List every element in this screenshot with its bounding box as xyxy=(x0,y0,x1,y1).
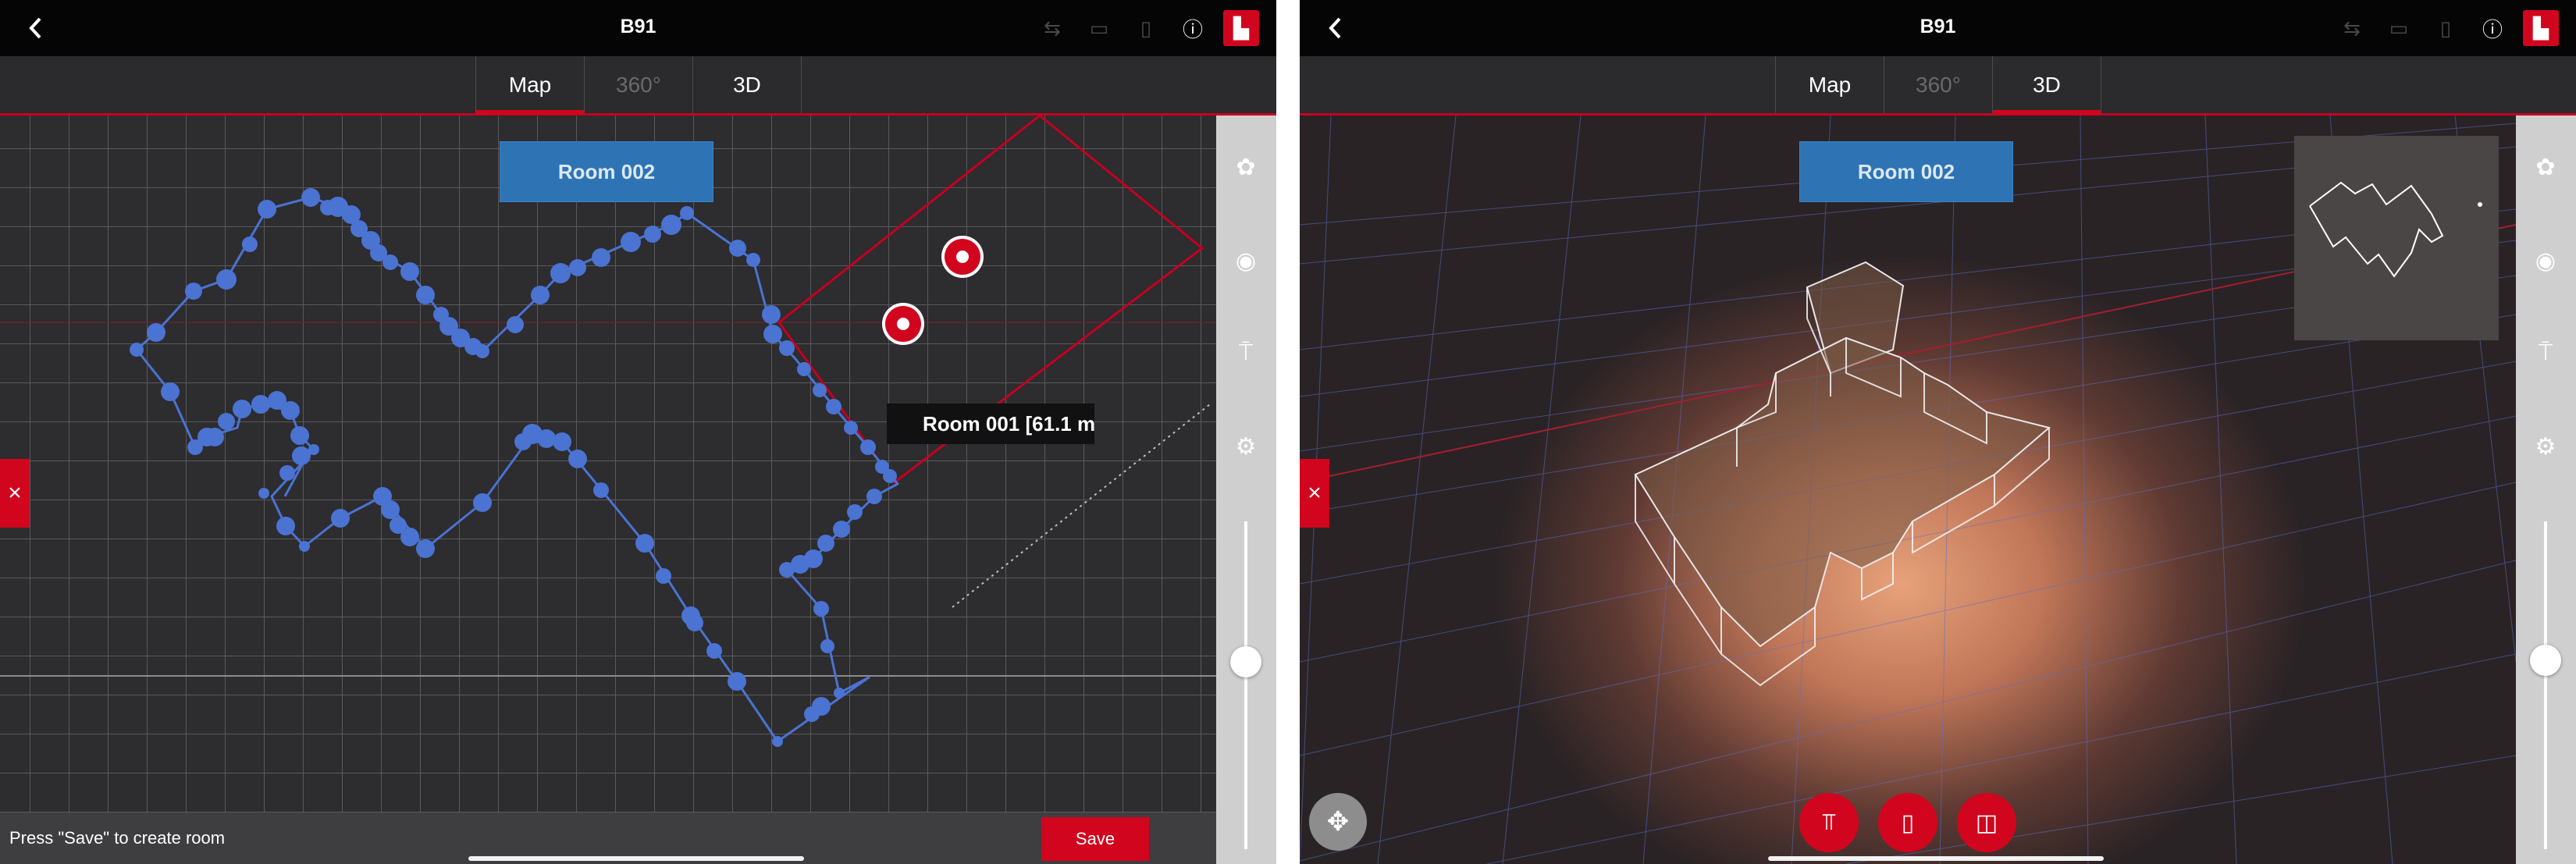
tab-3d[interactable]: 3D xyxy=(1992,56,2101,115)
right-toolbar: ✿ ◉ ⍑ ⚙ xyxy=(2516,116,2576,864)
settings-gear-icon[interactable]: ⚙ xyxy=(2528,429,2563,464)
right-toolbar: ✿ ◉ ⍑ ⚙ xyxy=(1216,116,1276,864)
door-button[interactable]: ▯ xyxy=(1878,793,1937,852)
device-icon[interactable]: ▯ xyxy=(1130,12,1162,44)
height-measure-button[interactable]: ⫪ xyxy=(1799,793,1859,852)
compass-icon[interactable]: ◉ xyxy=(2528,244,2563,278)
navigation-control-button[interactable]: ✥ xyxy=(1309,793,1367,851)
map-screen: B91 ⇆ ▭ ▯ ⓘ ▙ Map 360° 3D Room 002 Room … xyxy=(0,0,1276,864)
scan-path xyxy=(135,196,899,743)
zoom-slider-track[interactable] xyxy=(2544,521,2547,849)
layers-icon[interactable]: ✿ xyxy=(1229,150,1263,184)
zoom-slider-knob[interactable] xyxy=(2530,645,2561,676)
zoom-slider-track[interactable] xyxy=(1244,521,1247,849)
view-tab-bar: Map 360° 3D xyxy=(1300,56,2576,116)
room-002-label[interactable]: Room 002 xyxy=(500,142,713,201)
close-panel-button[interactable]: × xyxy=(1300,459,1329,528)
tab-map[interactable]: Map xyxy=(475,56,584,115)
floor-plan-map[interactable]: Room 002 Room 001 [61.1 m²] xyxy=(0,116,1216,812)
room-001-area-tooltip: Room 001 [61.1 m²] xyxy=(887,404,1094,444)
split-view-icon: ◫ xyxy=(1975,809,1998,836)
marker-pin-icon[interactable] xyxy=(882,303,924,345)
home-indicator xyxy=(468,856,804,861)
marker-pin-icon[interactable]: ⍑ xyxy=(1229,336,1263,370)
split-view-button[interactable]: ◫ xyxy=(1957,793,2016,852)
marker-pin-icon[interactable] xyxy=(941,236,984,278)
hilti-app-icon[interactable]: ▙ xyxy=(1223,10,1259,46)
tab-360[interactable]: 360° xyxy=(1884,56,1992,113)
marker-pin-icon[interactable]: ⍑ xyxy=(2528,336,2563,370)
height-measure-icon: ⫪ xyxy=(1822,809,1836,835)
scan-icon[interactable]: ▭ xyxy=(2382,12,2415,44)
view-tabs: Map 360° 3D xyxy=(475,56,802,115)
device-icon[interactable]: ▯ xyxy=(2429,12,2462,44)
top-bar-actions: ⇆ ▭ ▯ ⓘ ▙ xyxy=(1036,9,1259,47)
compass-icon[interactable]: ◉ xyxy=(1229,244,1263,278)
map-overlay xyxy=(0,116,1216,747)
scan-points xyxy=(130,188,897,747)
scan-icon[interactable]: ▭ xyxy=(1083,12,1115,44)
swap-icon[interactable]: ⇆ xyxy=(1036,12,1069,44)
view-tabs: Map 360° 3D xyxy=(1775,56,2101,115)
swap-icon[interactable]: ⇆ xyxy=(2336,12,2368,44)
hilti-app-icon[interactable]: ▙ xyxy=(2523,10,2559,46)
layers-icon[interactable]: ✿ xyxy=(2528,150,2563,184)
minimap[interactable] xyxy=(2294,136,2499,340)
3d-point-cloud-model xyxy=(1634,261,2051,648)
save-button[interactable]: Save xyxy=(1041,817,1149,861)
close-panel-button[interactable]: × xyxy=(0,459,30,528)
home-indicator xyxy=(1768,856,2104,861)
top-bar: B91 ⇆ ▭ ▯ ⓘ ▙ xyxy=(0,0,1276,56)
room-002-label[interactable]: Room 002 xyxy=(1800,142,2012,201)
tab-360[interactable]: 360° xyxy=(584,56,692,113)
tab-3d[interactable]: 3D xyxy=(692,56,802,113)
info-icon[interactable]: ⓘ xyxy=(1176,12,1209,44)
top-bar: B91 ⇆ ▭ ▯ ⓘ ▙ xyxy=(1300,0,2576,56)
3d-screen: B91 ⇆ ▭ ▯ ⓘ ▙ Map 360° 3D Room 002 ✥ ⫪ ▯… xyxy=(1300,0,2576,864)
hint-text: Press "Save" to create room xyxy=(9,828,226,848)
settings-gear-icon[interactable]: ⚙ xyxy=(1229,429,1263,464)
3d-scene-viewport[interactable]: Room 002 ✥ ⫪ ▯ ◫ xyxy=(1300,116,2516,864)
info-icon[interactable]: ⓘ xyxy=(2476,12,2509,44)
tab-map[interactable]: Map xyxy=(1775,56,1884,113)
view-tab-bar: Map 360° 3D xyxy=(0,56,1276,116)
door-icon: ▯ xyxy=(1901,809,1915,836)
top-bar-actions: ⇆ ▭ ▯ ⓘ ▙ xyxy=(2336,9,2559,47)
minimap-floorplan xyxy=(2309,181,2482,278)
zoom-slider-knob[interactable] xyxy=(1230,646,1261,677)
